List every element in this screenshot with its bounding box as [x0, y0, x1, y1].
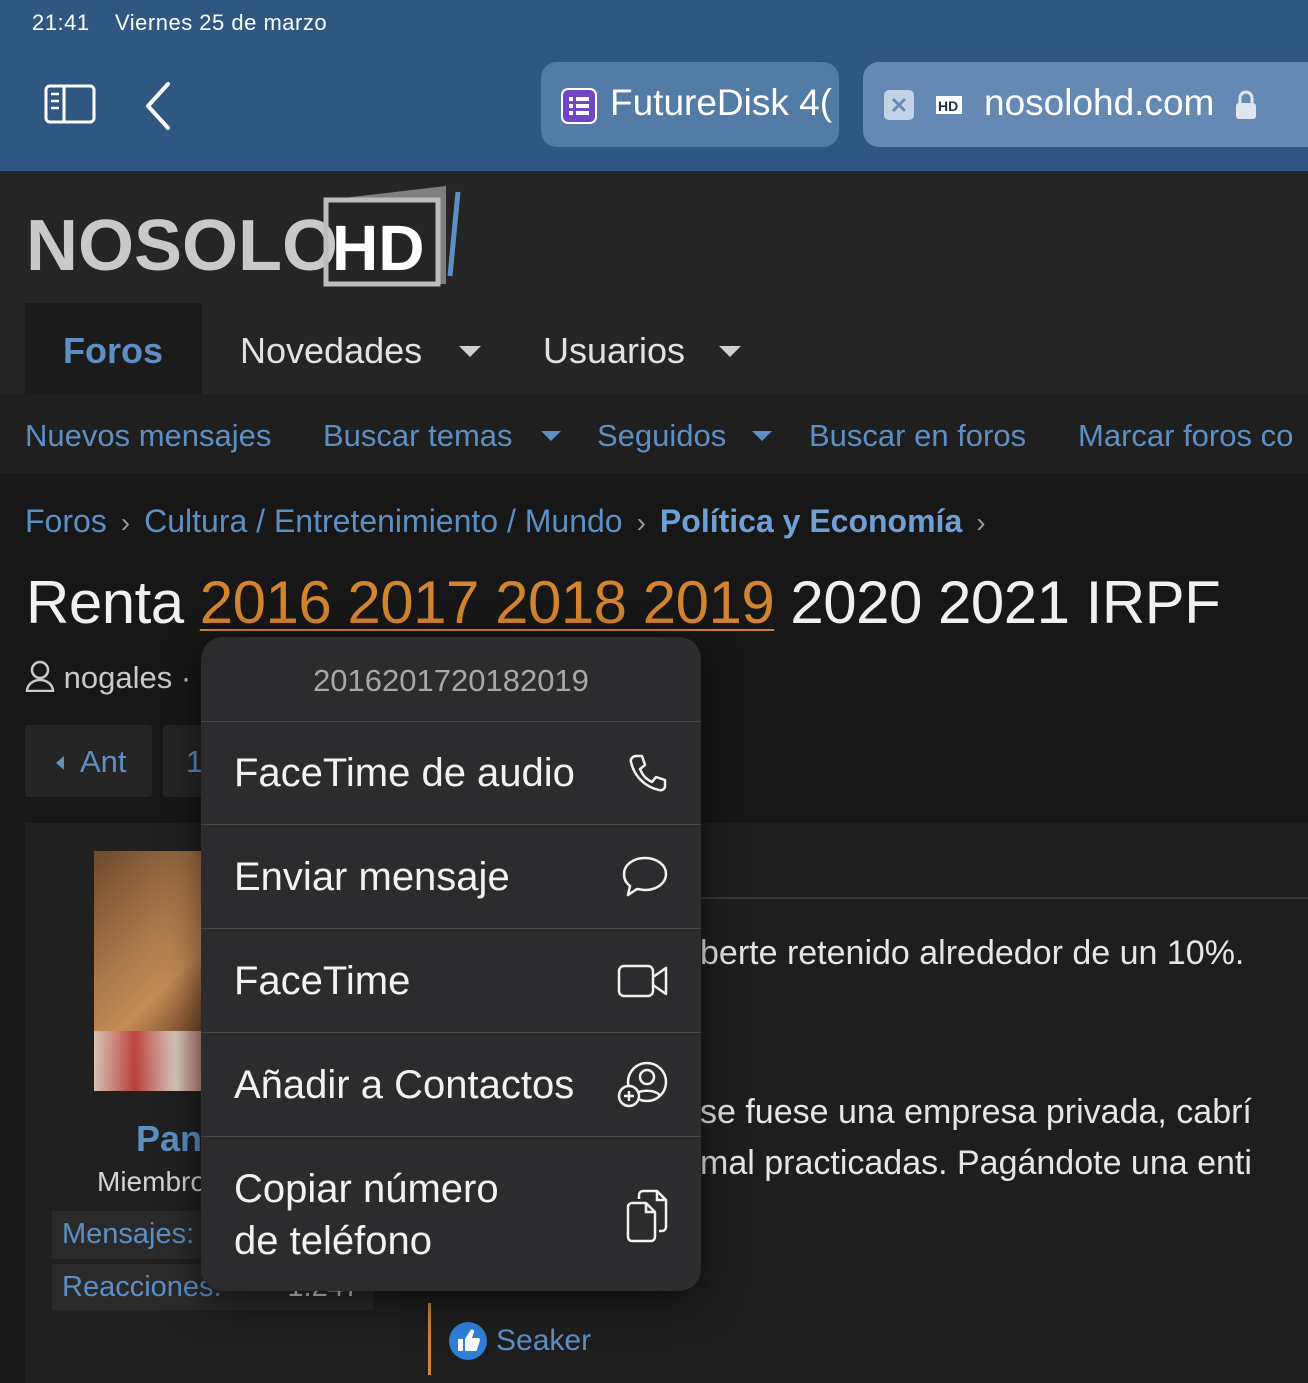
svg-text:HD: HD — [938, 98, 958, 114]
chevron-right-icon: › — [120, 507, 131, 538]
author-separator: · — [180, 660, 192, 695]
menu-item-label: FaceTime — [234, 959, 411, 1003]
menu-item-label: Añadir a Contactos — [234, 1063, 575, 1107]
thread-title: Renta 2016 2017 2018 2019 2020 2021 IRPF — [26, 568, 1221, 637]
menu-item-enviar-mensaje[interactable]: Enviar mensaje — [201, 825, 701, 929]
menu-item-copiar-numero[interactable]: Copiar número de teléfono — [201, 1137, 701, 1291]
menu-item-facetime[interactable]: FaceTime — [201, 929, 701, 1033]
logo-text-nosolo: NOSOLO — [26, 206, 338, 286]
context-menu-header: 2016201720182019 — [201, 637, 701, 722]
reaction-user-link[interactable]: Seaker — [496, 1324, 591, 1358]
thread-author: nogales · — [25, 660, 191, 696]
sidebar-icon — [44, 84, 96, 124]
breadcrumb: Foros › Cultura / Entretenimiento / Mundo ›… — [25, 503, 1000, 540]
thumbs-up-icon — [449, 1322, 487, 1360]
message-bubble-icon — [622, 856, 668, 897]
detected-phone-number-link[interactable]: 2016 2017 2018 2019 — [200, 569, 775, 636]
stat-label: Mensajes: — [62, 1218, 195, 1250]
user-icon — [25, 660, 55, 693]
chevron-down-icon[interactable] — [459, 346, 481, 357]
logo-text-hd: HD — [332, 212, 424, 284]
subnav-marcar-foros[interactable]: Marcar foros co — [1078, 418, 1293, 454]
post-text-line: berte retenido alrededor de un 10%. — [700, 934, 1245, 972]
user-role: Miembro — [97, 1166, 206, 1197]
subnav-buscar-en-foros[interactable]: Buscar en foros — [809, 418, 1026, 454]
caret-left-icon — [56, 756, 64, 770]
stat-label: Reacciones: — [62, 1271, 222, 1303]
breadcrumb-foros[interactable]: Foros — [25, 503, 107, 539]
menu-item-facetime-audio[interactable]: FaceTime de audio — [201, 721, 701, 825]
chevron-down-icon[interactable] — [752, 431, 772, 441]
tab-futuredisk[interactable]: FutureDisk 4( — [541, 62, 839, 147]
chevron-right-icon: › — [976, 507, 986, 538]
menu-item-label: Enviar mensaje — [234, 855, 510, 899]
back-button[interactable] — [140, 80, 176, 132]
chevron-down-icon[interactable] — [719, 346, 741, 357]
menu-item-label: Copiar número de teléfono — [234, 1167, 499, 1263]
nav-tab-novedades[interactable]: Novedades — [240, 330, 422, 372]
status-time: 21:41 — [32, 10, 90, 35]
subnav-seguidos[interactable]: Seguidos — [597, 418, 726, 454]
tab-title: FutureDisk 4( — [610, 82, 833, 123]
status-date: Viernes 25 de marzo — [115, 10, 328, 35]
copy-icon — [626, 1189, 668, 1243]
sidebar-toggle-button[interactable] — [44, 84, 96, 124]
menu-item-label: FaceTime de audio — [234, 751, 575, 795]
post-username[interactable]: Pan — [136, 1118, 202, 1160]
author-name[interactable]: nogales — [64, 660, 173, 695]
site-favicon-icon: HD — [936, 94, 966, 116]
title-end: 2020 2021 IRPF — [774, 569, 1221, 636]
pagination-prev-label: Ant — [80, 744, 127, 779]
chevron-left-icon — [146, 82, 170, 130]
post-divider — [700, 897, 1308, 899]
site-logo[interactable]: NOSOLO HD — [26, 184, 466, 292]
breadcrumb-politica[interactable]: Política y Economía — [660, 503, 962, 539]
video-camera-icon — [617, 964, 668, 998]
tab-nosolohd[interactable]: HD nosolohd.com — [863, 62, 1308, 147]
chevron-down-icon[interactable] — [541, 431, 561, 441]
post-text-line: mal practicadas. Pagándote una enti — [700, 1144, 1252, 1182]
breadcrumb-cultura[interactable]: Cultura / Entretenimiento / Mundo — [144, 503, 622, 539]
logo-graphic: NOSOLO HD — [26, 186, 461, 287]
close-tab-icon[interactable] — [884, 90, 914, 120]
nav-tab-usuarios[interactable]: Usuarios — [543, 330, 685, 372]
lock-icon — [1236, 90, 1256, 119]
phone-number-context-menu: 2016201720182019 FaceTime de audio Envia… — [201, 637, 701, 1291]
phone-icon — [629, 754, 667, 792]
pagination-prev-button[interactable]: Ant — [25, 725, 152, 797]
subnav-buscar-temas[interactable]: Buscar temas — [323, 418, 513, 454]
tab-title: nosolohd.com — [984, 82, 1215, 123]
subnav-nuevos-mensajes[interactable]: Nuevos mensajes — [25, 418, 271, 454]
post-text-line: se fuese una empresa privada, cabrí — [700, 1093, 1252, 1131]
add-contact-icon — [617, 1061, 668, 1108]
menu-item-anadir-contactos[interactable]: Añadir a Contactos — [201, 1033, 701, 1137]
title-start: Renta — [26, 569, 200, 636]
chevron-right-icon: › — [636, 507, 646, 538]
list-icon — [561, 88, 597, 124]
nav-foros-label[interactable]: Foros — [63, 330, 163, 372]
